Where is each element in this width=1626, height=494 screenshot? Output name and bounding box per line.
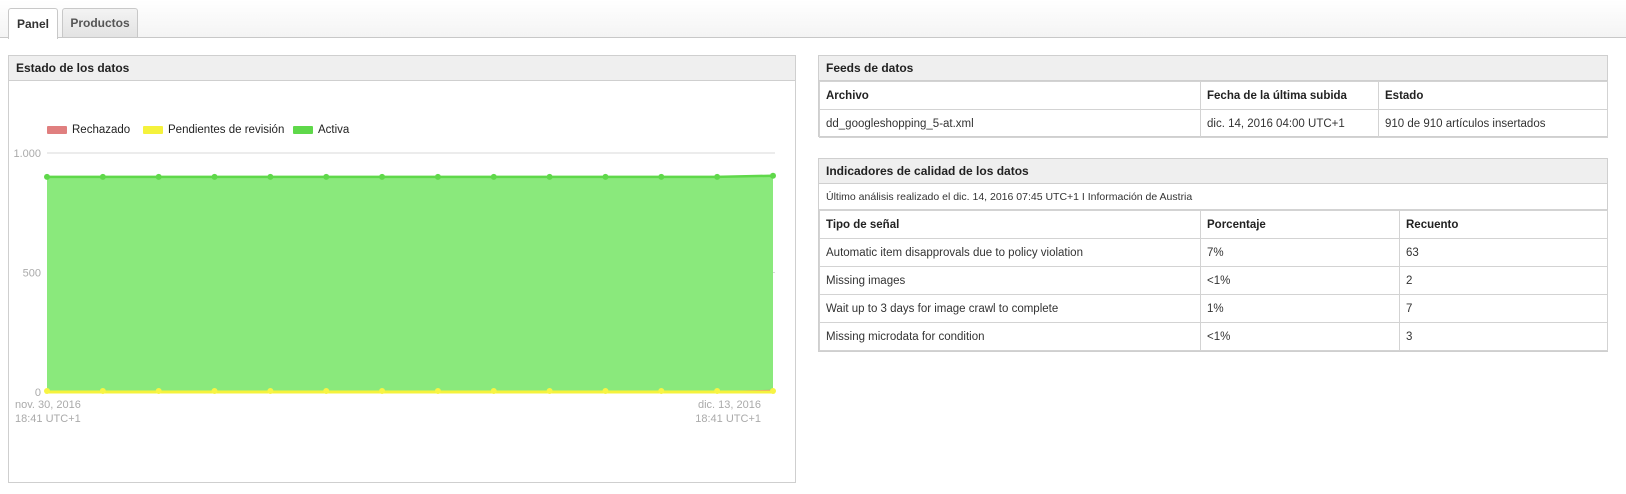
data-point-pendientes: [714, 388, 721, 394]
percentage-cell: <1%: [1200, 266, 1400, 295]
percentage-cell: 7%: [1200, 238, 1400, 267]
count-cell: 63: [1399, 238, 1608, 267]
count-cell: 7: [1399, 294, 1608, 323]
column-header-last-upload: Fecha de la última subida: [1200, 81, 1379, 110]
data-quality-table: Tipo de señal Porcentaje Recuento Automa…: [819, 210, 1608, 351]
feed-date-cell: dic. 14, 2016 04:00 UTC+1: [1200, 109, 1379, 138]
data-point-pendientes: [267, 388, 274, 394]
series-area-activa: [47, 175, 773, 392]
column-header-file: Archivo: [819, 81, 1201, 110]
y-tick-label: 0: [35, 387, 41, 399]
x-tick-label: 18:41 UTC+1: [15, 413, 81, 425]
percentage-cell: 1%: [1200, 294, 1400, 323]
last-analysis-info: Último análisis realizado el dic. 14, 20…: [819, 184, 1607, 210]
signal-type-cell: Automatic item disapprovals due to polic…: [819, 238, 1201, 267]
data-feeds-panel: Feeds de datos Archivo Fecha de la últim…: [818, 55, 1608, 138]
data-point-activa: [658, 173, 665, 180]
feed-status-cell: 910 de 910 artículos insertados: [1378, 109, 1608, 138]
data-point-activa: [490, 173, 497, 180]
data-point-activa: [323, 173, 330, 180]
signal-type-cell: Missing microdata for condition: [819, 322, 1201, 351]
x-tick-label: dic. 13, 2016: [698, 399, 761, 411]
legend-swatch: [293, 126, 313, 134]
tab-panel[interactable]: Panel: [8, 8, 58, 39]
table-row[interactable]: Missing microdata for condition <1% 3: [819, 322, 1608, 351]
data-point-activa: [714, 173, 721, 180]
table-header-row: Archivo Fecha de la última subida Estado: [819, 81, 1608, 110]
x-tick-label: 18:41 UTC+1: [695, 413, 761, 425]
data-point-activa: [44, 173, 50, 180]
data-point-pendientes: [434, 388, 441, 394]
signal-type-cell: Missing images: [819, 266, 1201, 295]
table-row[interactable]: dd_googleshopping_5-at.xml dic. 14, 2016…: [819, 109, 1608, 138]
data-point-activa: [99, 173, 106, 180]
data-status-chart: 0 500 1.000 nov. 30, 2016 18:41 UTC+1 dic. 13…: [13, 124, 776, 425]
data-point-pendientes: [490, 388, 497, 394]
tab-productos[interactable]: Productos: [62, 8, 138, 37]
column-header-signal-type: Tipo de señal: [819, 210, 1201, 239]
data-point-pendientes: [658, 388, 665, 394]
data-point-activa: [434, 173, 441, 180]
signal-type-cell: Wait up to 3 days for image crawl to com…: [819, 294, 1201, 323]
data-point-pendientes: [379, 388, 386, 394]
legend-label: Rechazado: [72, 124, 130, 136]
count-cell: 2: [1399, 266, 1608, 295]
data-point-pendientes: [546, 388, 553, 394]
legend-label: Pendientes de revisión: [168, 124, 284, 136]
percentage-cell: <1%: [1200, 322, 1400, 351]
data-point-pendientes: [323, 388, 330, 394]
table-row[interactable]: Wait up to 3 days for image crawl to com…: [819, 294, 1608, 323]
data-quality-title: Indicadores de calidad de los datos: [819, 159, 1607, 184]
data-point-activa: [602, 173, 609, 180]
feed-file-cell[interactable]: dd_googleshopping_5-at.xml: [819, 109, 1201, 138]
data-status-title: Estado de los datos: [9, 56, 795, 81]
data-point-activa: [267, 173, 274, 180]
data-feeds-title: Feeds de datos: [819, 56, 1607, 81]
tab-bar: Panel Productos: [0, 0, 1626, 39]
data-point-activa: [379, 173, 386, 180]
x-tick-label: nov. 30, 2016: [15, 399, 81, 411]
legend-swatch: [47, 126, 67, 134]
data-point-activa: [155, 173, 162, 180]
data-point-pendientes: [602, 388, 609, 394]
table-row[interactable]: Automatic item disapprovals due to polic…: [819, 238, 1608, 267]
data-point-pendientes: [155, 388, 162, 394]
column-header-percentage: Porcentaje: [1200, 210, 1400, 239]
data-feeds-table: Archivo Fecha de la última subida Estado…: [819, 81, 1608, 138]
data-point-activa: [546, 173, 553, 180]
data-point-pendientes: [770, 388, 776, 394]
column-header-count: Recuento: [1399, 210, 1608, 239]
legend-label: Activa: [318, 124, 350, 136]
data-quality-panel: Indicadores de calidad de los datos Últi…: [818, 158, 1608, 352]
y-tick-label: 1.000: [13, 148, 41, 160]
data-point-pendientes: [99, 388, 106, 394]
data-point-activa: [770, 172, 776, 179]
legend-swatch: [143, 126, 163, 134]
data-point-pendientes: [44, 388, 50, 394]
data-point-activa: [211, 173, 218, 180]
table-row[interactable]: Missing images <1% 2: [819, 266, 1608, 295]
data-status-panel: Estado de los datos 0 500 1.000 nov. 30, 20…: [8, 55, 796, 483]
table-header-row: Tipo de señal Porcentaje Recuento: [819, 210, 1608, 239]
y-tick-label: 500: [23, 268, 41, 280]
column-header-status: Estado: [1378, 81, 1608, 110]
data-point-pendientes: [211, 388, 218, 394]
count-cell: 3: [1399, 322, 1608, 351]
